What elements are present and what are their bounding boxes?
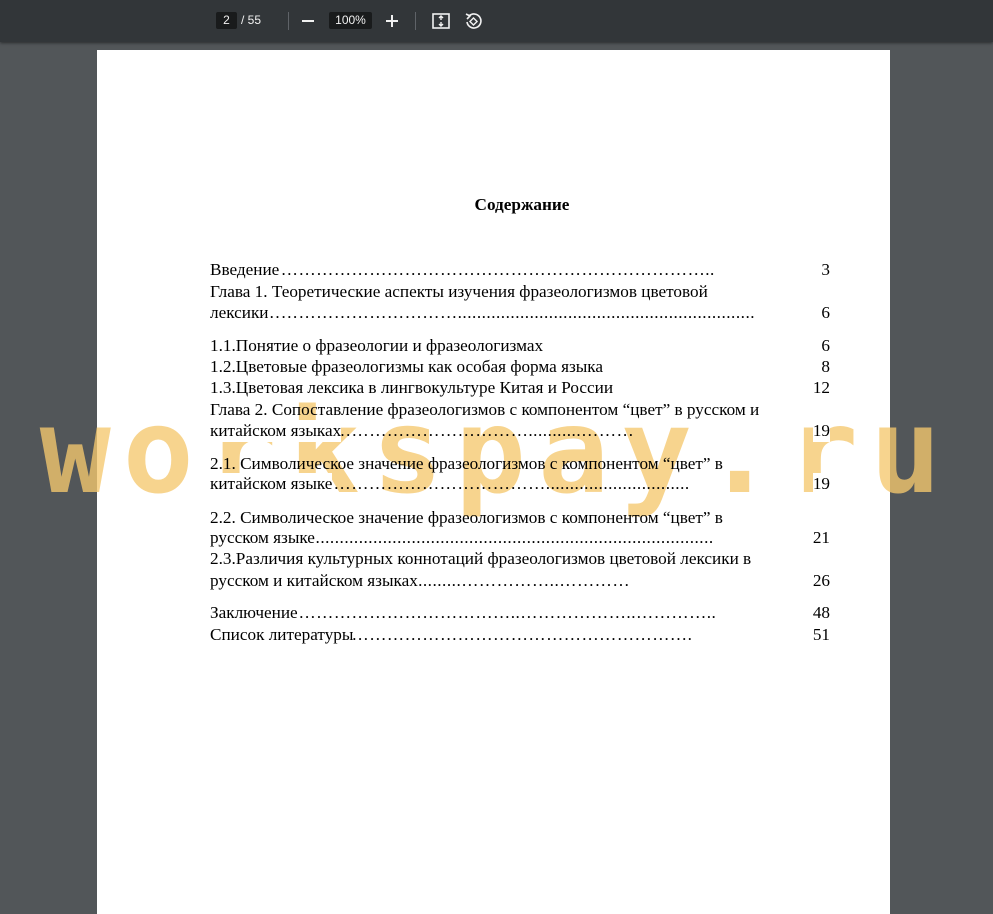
toc-entry: Глава 2. Сопоставление фразеологизмов с …: [210, 399, 830, 421]
zoom-out-button[interactable]: [296, 9, 320, 33]
toc-entry: ………..……………………....... 1.1.Понятие о фразе…: [210, 335, 830, 357]
toc-dots: ……………………………………………..………………..…………..: [210, 603, 717, 622]
toc-entry: …………………….. 1.3.Цветовая лексика в лингво…: [210, 377, 830, 399]
toc-text: Глава 1. Теоретические аспекты изучения …: [210, 282, 708, 301]
plus-icon: [386, 15, 398, 27]
rotate-button[interactable]: [461, 9, 485, 33]
toc-text: 2.2. Символическое значение фразеологизм…: [210, 508, 723, 527]
total-pages-label: / 55: [241, 13, 262, 27]
toc-page-number: 19: [812, 420, 830, 442]
toc-page-number: 19: [812, 473, 830, 495]
toc-dots: ……………………………………..........................…: [210, 303, 756, 322]
zoom-level-input[interactable]: 100%: [329, 12, 372, 29]
toc-entry: ..……....................................…: [210, 570, 830, 592]
toc-entry: Глава 1. Теоретические аспекты изучения …: [210, 281, 830, 303]
fit-page-icon: [432, 13, 450, 29]
toc-entry: ………………………………………………………………………. Список лите…: [210, 624, 830, 646]
toc-entry: 2.2. Символическое значение фразеологизм…: [210, 507, 830, 529]
toc-entry: 2.1. Символическое значение фразеологизм…: [210, 453, 830, 475]
toc-text: Список литературы: [210, 624, 354, 646]
toc-page-number: 48: [812, 602, 830, 624]
toc-text: 1.3.Цветовая лексика в лингвокультуре Ки…: [210, 377, 614, 399]
toc-page-number: 3: [821, 259, 830, 281]
toc-dots: …………………………………………………………………………..: [210, 260, 715, 279]
toc-text: русском языке: [210, 527, 315, 549]
toc-text: лексики: [210, 302, 269, 324]
toolbar-divider: [288, 12, 289, 30]
toc-text: 2.3.Различия культурных коннотаций фразе…: [210, 549, 752, 568]
toolbar-divider: [415, 12, 416, 30]
toc-page-number: 8: [821, 356, 830, 378]
toc-entry: ………............................. 1.2.Цве…: [210, 356, 830, 378]
toc-text: 1.2.Цветовые фразеологизмы как особая фо…: [210, 356, 604, 378]
toc-page-number: 21: [812, 527, 830, 549]
toc-entry: ........................................…: [210, 527, 830, 549]
toc-text: Глава 2. Сопоставление фразеологизмов с …: [210, 400, 760, 419]
fit-to-page-button[interactable]: [429, 9, 453, 33]
toc-entry: ………………………………………………...........……… китайск…: [210, 420, 830, 442]
toc-entry: ……………………………………………..………………..………….. Заключ…: [210, 602, 830, 624]
toc-text: 2.1. Символическое значение фразеологизм…: [210, 454, 723, 473]
page-number-input[interactable]: 2: [216, 12, 237, 29]
toc-text: 1.1.Понятие о фразеологии и фразеологизм…: [210, 335, 544, 357]
rotate-icon: [465, 13, 482, 29]
toc-text: Введение: [210, 259, 280, 281]
toc-entry: ………………………………………………………………………….. Введение …: [210, 259, 830, 281]
zoom-in-button[interactable]: [380, 9, 404, 33]
toc-entry: ……………………………………..........................…: [210, 302, 830, 324]
toc-text: китайском языках: [210, 420, 342, 442]
pdf-toolbar: 2 / 55 100%: [0, 0, 993, 42]
toc-text: русском и китайском языках: [210, 570, 418, 592]
page-title: Содержание: [474, 195, 570, 214]
toc-page-number: 6: [821, 302, 830, 324]
toc-text: Заключение: [210, 602, 298, 624]
toc-page-number: 26: [812, 570, 830, 592]
toc-text: китайском языке: [210, 473, 333, 495]
toc-page-number: 51: [812, 624, 830, 646]
toc-entry: 2.3.Различия культурных коннотаций фразе…: [210, 548, 830, 570]
minus-icon: [302, 20, 314, 22]
toc-page-number: 6: [821, 335, 830, 357]
toc-page-number: 12: [812, 377, 830, 399]
toc-entry: ……...........…………………………………….............…: [210, 473, 830, 495]
